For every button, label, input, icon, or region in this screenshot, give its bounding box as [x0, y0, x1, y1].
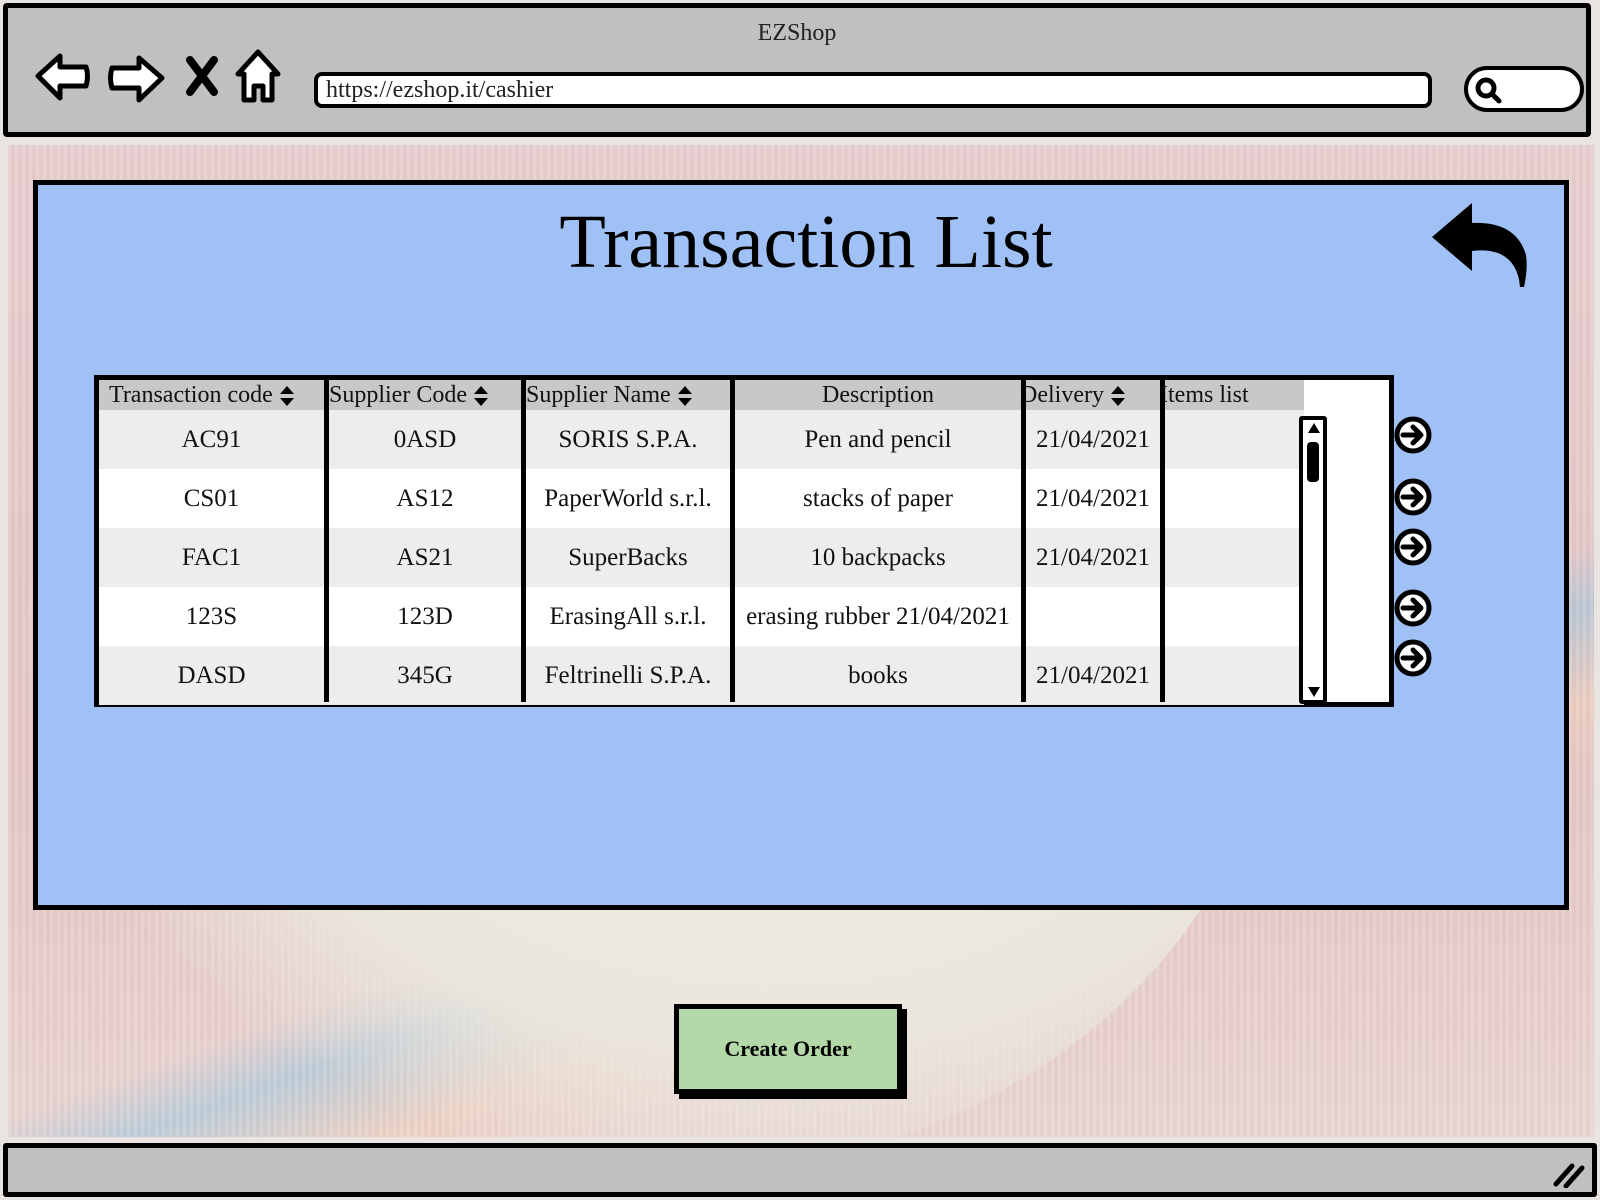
- cell-items-list: [1165, 528, 1299, 587]
- column-header-label: Supplier Name: [526, 382, 671, 408]
- cell-supplier-code: 0ASD: [393, 426, 457, 453]
- table-row[interactable]: CS01 AS12 PaperWorld s.r.l. stacks of pa…: [99, 469, 1304, 528]
- column-header-label: Items list: [1160, 382, 1249, 408]
- cell-description: books: [848, 662, 908, 689]
- cell-supplier-code: AS12: [396, 485, 454, 512]
- arrow-right-circle-icon[interactable]: [1393, 588, 1433, 628]
- table-row[interactable]: FAC1 AS21 SuperBacks 10 backpacks 21/04/…: [99, 528, 1304, 587]
- sort-icon[interactable]: [473, 385, 489, 407]
- cell-description: erasing rubber 21/04/2021: [746, 603, 1010, 630]
- column-divider: [1160, 380, 1165, 702]
- browser-toolbar: EZShop https://ezshop.it/cashier: [3, 3, 1591, 137]
- column-header-delivery[interactable]: Delivery: [1020, 380, 1126, 410]
- cell-supplier-name: ErasingAll s.r.l.: [549, 603, 707, 630]
- column-header-description[interactable]: Description: [735, 380, 1021, 410]
- cell-supplier-code: 345G: [397, 662, 453, 689]
- sort-icon[interactable]: [1110, 385, 1126, 407]
- table-scrollbar[interactable]: [1299, 416, 1327, 704]
- cell-description: 10 backpacks: [810, 544, 946, 571]
- scroll-down-icon[interactable]: [1307, 686, 1321, 698]
- column-header-label: Transaction code: [109, 382, 273, 408]
- column-divider: [1021, 380, 1026, 702]
- cell-delivery: 21/04/2021: [1036, 662, 1150, 689]
- cell-delivery: 21/04/2021: [1036, 426, 1150, 453]
- cell-description: stacks of paper: [803, 485, 953, 512]
- close-x-icon[interactable]: [184, 54, 220, 98]
- column-header-label: Delivery: [1020, 382, 1104, 408]
- arrow-right-circle-icon[interactable]: [1393, 527, 1433, 567]
- column-divider: [521, 380, 526, 702]
- column-header-supplier-name[interactable]: Supplier Name: [526, 380, 693, 410]
- url-input[interactable]: https://ezshop.it/cashier: [314, 72, 1432, 108]
- cell-supplier-name: PaperWorld s.r.l.: [544, 485, 712, 512]
- sort-icon[interactable]: [279, 385, 295, 407]
- scroll-up-icon[interactable]: [1307, 422, 1321, 434]
- browser-search-input[interactable]: [1464, 66, 1584, 112]
- cell-supplier-code: AS21: [396, 544, 454, 571]
- column-divider: [324, 380, 329, 702]
- cell-delivery: 21/04/2021: [1036, 544, 1150, 571]
- column-header-label: Supplier Code: [329, 382, 467, 408]
- cell-delivery: [1026, 587, 1160, 646]
- transaction-panel: Transaction List Transaction code Suppli…: [33, 180, 1569, 910]
- arrow-right-circle-icon[interactable]: [1393, 638, 1433, 678]
- cell-supplier-name: Feltrinelli S.P.A.: [544, 662, 712, 689]
- table-row[interactable]: 123S 123D ErasingAll s.r.l. erasing rubb…: [99, 587, 1304, 646]
- search-icon: [1475, 77, 1502, 104]
- table-row[interactable]: DASD 345G Feltrinelli S.P.A. books 21/04…: [99, 646, 1304, 705]
- cell-items-list: [1165, 646, 1299, 705]
- forward-arrow-icon[interactable]: [106, 50, 166, 106]
- transactions-table: Transaction code Supplier Code Supplier …: [94, 375, 1394, 707]
- cell-supplier-code: 123D: [397, 603, 453, 630]
- cell-items-list: [1165, 410, 1299, 469]
- page-title: Transaction List: [559, 200, 1053, 284]
- table-row[interactable]: AC91 0ASD SORIS S.P.A. Pen and pencil 21…: [99, 410, 1304, 469]
- cell-items-list: [1165, 587, 1299, 646]
- sort-icon[interactable]: [677, 385, 693, 407]
- column-header-items-list[interactable]: Items list: [1160, 380, 1249, 410]
- column-header-supplier-code[interactable]: Supplier Code: [329, 380, 489, 410]
- cell-supplier-name: SuperBacks: [568, 544, 688, 571]
- scroll-thumb[interactable]: [1307, 442, 1319, 482]
- cell-transaction-code: AC91: [181, 426, 242, 453]
- cell-transaction-code: FAC1: [181, 544, 242, 571]
- cell-delivery: 21/04/2021: [1036, 485, 1150, 512]
- arrow-right-circle-icon[interactable]: [1393, 415, 1433, 455]
- undo-arrow-icon[interactable]: [1428, 199, 1532, 291]
- resize-grip-icon[interactable]: [1552, 1158, 1586, 1188]
- window-title: EZShop: [757, 20, 837, 46]
- back-arrow-icon[interactable]: [34, 50, 94, 106]
- create-order-button[interactable]: Create Order: [674, 1004, 902, 1094]
- browser-status-bar: [3, 1143, 1597, 1197]
- cell-description: Pen and pencil: [804, 426, 952, 453]
- cell-items-list: [1165, 469, 1299, 528]
- cell-supplier-name: SORIS S.P.A.: [558, 426, 698, 453]
- column-header-transaction-code[interactable]: Transaction code: [109, 380, 295, 410]
- cell-transaction-code: 123S: [185, 603, 238, 630]
- column-divider: [730, 380, 735, 702]
- cell-transaction-code: DASD: [177, 662, 246, 689]
- home-icon[interactable]: [234, 48, 282, 106]
- column-header-label: Description: [822, 382, 934, 408]
- cell-transaction-code: CS01: [183, 485, 240, 512]
- arrow-right-circle-icon[interactable]: [1393, 477, 1433, 517]
